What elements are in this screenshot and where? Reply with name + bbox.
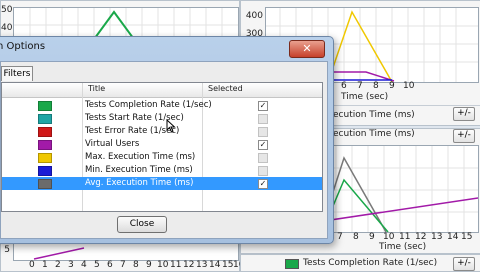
series-color-swatch bbox=[38, 153, 52, 163]
table-row[interactable]: Max. Execution Time (ms) bbox=[2, 151, 322, 164]
series-selected-checkbox[interactable] bbox=[258, 127, 268, 137]
chart-options-dialog: n Options ✕ Filters Title Selected Tests… bbox=[0, 36, 334, 244]
column-header-title[interactable]: Title bbox=[88, 84, 105, 93]
bottom-left-x-tick: 3 bbox=[68, 260, 74, 270]
bottom-left-x-tick: 13 bbox=[196, 260, 208, 270]
bottom-left-x-tick: 15 bbox=[222, 260, 234, 270]
bottom-right-x-tick: 10 bbox=[383, 232, 395, 242]
top-right-y-tick: 400 bbox=[245, 11, 263, 21]
bottom-left-x-tick: 4 bbox=[81, 260, 87, 270]
series-color-swatch bbox=[38, 166, 52, 176]
bottom-right-x-tick: 13 bbox=[431, 232, 443, 242]
close-button[interactable]: Close bbox=[117, 216, 167, 233]
top-right-x-tick: 9 bbox=[389, 81, 395, 91]
bottom-left-x-tick: 0 bbox=[29, 260, 35, 270]
tab-filters[interactable]: Filters bbox=[1, 66, 33, 81]
top-right-x-tick: 6 bbox=[341, 81, 347, 91]
bottom-legend-plus-minus-button[interactable]: +/- bbox=[453, 257, 475, 271]
bottom-left-x-tick: 9 bbox=[146, 260, 152, 270]
bottom-right-x-tick: 8 bbox=[353, 232, 359, 242]
bottom-right-x-tick: 15 bbox=[461, 232, 473, 242]
dialog-close-x-button[interactable]: ✕ bbox=[289, 40, 325, 58]
series-title: Virtual Users bbox=[85, 139, 140, 149]
table-row[interactable]: Min. Execution Time (ms) bbox=[2, 164, 322, 177]
bottom-legend-panel: Tests Completion Rate (1/sec) +/- bbox=[240, 254, 480, 272]
bottom-left-purple-line bbox=[33, 247, 85, 260]
bottom-left-x-tick: 7 bbox=[120, 260, 126, 270]
series-selected-checkbox[interactable] bbox=[258, 166, 268, 176]
top-right-legend-label: ecution Time (ms) bbox=[333, 110, 415, 120]
series-color-swatch bbox=[38, 140, 52, 150]
series-selected-checkbox[interactable]: ✓ bbox=[258, 140, 268, 150]
series-title: Tests Completion Rate (1/sec) bbox=[85, 100, 212, 110]
series-selected-checkbox[interactable]: ✓ bbox=[258, 179, 268, 189]
table-row-selected[interactable]: Avg. Execution Time (ms) ✓ bbox=[2, 177, 322, 190]
bottom-left-x-tick: 5 bbox=[94, 260, 100, 270]
top-left-y-tick: 40 bbox=[1, 23, 13, 33]
series-title: Min. Execution Time (ms) bbox=[85, 165, 193, 175]
mouse-cursor-icon bbox=[166, 118, 176, 137]
dialog-title: n Options bbox=[0, 41, 46, 52]
series-selected-checkbox[interactable] bbox=[258, 153, 268, 163]
bottom-left-x-tick: 12 bbox=[183, 260, 195, 270]
top-left-y-tick: 50 bbox=[1, 5, 13, 15]
series-color-swatch bbox=[38, 127, 52, 137]
bottom-left-x-tick: 1 bbox=[42, 260, 48, 270]
bottom-left-x-tick: 8 bbox=[133, 260, 139, 270]
dialog-titlebar[interactable]: n Options ✕ bbox=[0, 37, 333, 59]
series-color-swatch bbox=[38, 101, 52, 111]
bottom-right-x-tick: 11 bbox=[399, 232, 411, 242]
bottom-left-x-tick: 14 bbox=[209, 260, 221, 270]
column-header-selected[interactable]: Selected bbox=[208, 84, 243, 93]
table-row[interactable]: Tests Completion Rate (1/sec) ✓ bbox=[2, 99, 322, 112]
bottom-left-x-tick: 6 bbox=[107, 260, 113, 270]
bottom-left-plot-area bbox=[13, 241, 239, 261]
table-row[interactable]: Test Error Rate (1/sec) bbox=[2, 125, 322, 138]
top-right-x-tick: 8 bbox=[373, 81, 379, 91]
legend-swatch-green bbox=[285, 259, 299, 269]
bottom-left-chart-panel: 5 0 1 2 3 4 5 6 7 8 9 10 11 12 13 14 15 … bbox=[0, 241, 244, 272]
bottom-legend-label: Tests Completion Rate (1/sec) bbox=[303, 258, 438, 268]
top-right-x-axis-label: Time (sec) bbox=[341, 92, 389, 102]
bottom-right-x-tick: 9 bbox=[369, 232, 375, 242]
dialog-client-area: Filters Title Selected Tests Completion … bbox=[0, 61, 328, 239]
bottom-left-x-tick: 11 bbox=[170, 260, 182, 270]
series-color-swatch bbox=[38, 179, 52, 189]
bottom-left-y-tick: 5 bbox=[4, 245, 10, 255]
bottom-right-legend-label: ecution Time (ms) bbox=[333, 129, 415, 139]
bottom-right-x-tick: 7 bbox=[337, 232, 343, 242]
series-title: Max. Execution Time (ms) bbox=[85, 152, 196, 162]
series-color-swatch bbox=[38, 114, 52, 124]
series-selected-checkbox[interactable]: ✓ bbox=[258, 101, 268, 111]
top-right-x-tick: 7 bbox=[357, 81, 363, 91]
bottom-left-x-tick: 10 bbox=[157, 260, 169, 270]
bottom-right-x-tick: 14 bbox=[447, 232, 459, 242]
top-right-x-tick: 10 bbox=[403, 81, 415, 91]
series-selected-checkbox[interactable] bbox=[258, 114, 268, 124]
top-right-plus-minus-button[interactable]: +/- bbox=[453, 107, 475, 121]
series-title: Avg. Execution Time (ms) bbox=[85, 178, 194, 188]
bottom-right-plus-minus-button[interactable]: +/- bbox=[453, 129, 475, 143]
bottom-right-x-axis-label: Time (sec) bbox=[379, 242, 427, 252]
table-row[interactable]: Tests Start Rate (1/sec) bbox=[2, 112, 322, 125]
bottom-left-plot-svg bbox=[33, 247, 85, 260]
bottom-left-x-tick: 2 bbox=[55, 260, 61, 270]
bottom-right-x-tick: 12 bbox=[415, 232, 427, 242]
table-row[interactable]: Virtual Users ✓ bbox=[2, 138, 322, 151]
series-table-header: Title Selected bbox=[2, 83, 322, 98]
series-table: Title Selected Tests Completion Rate (1/… bbox=[1, 82, 323, 212]
